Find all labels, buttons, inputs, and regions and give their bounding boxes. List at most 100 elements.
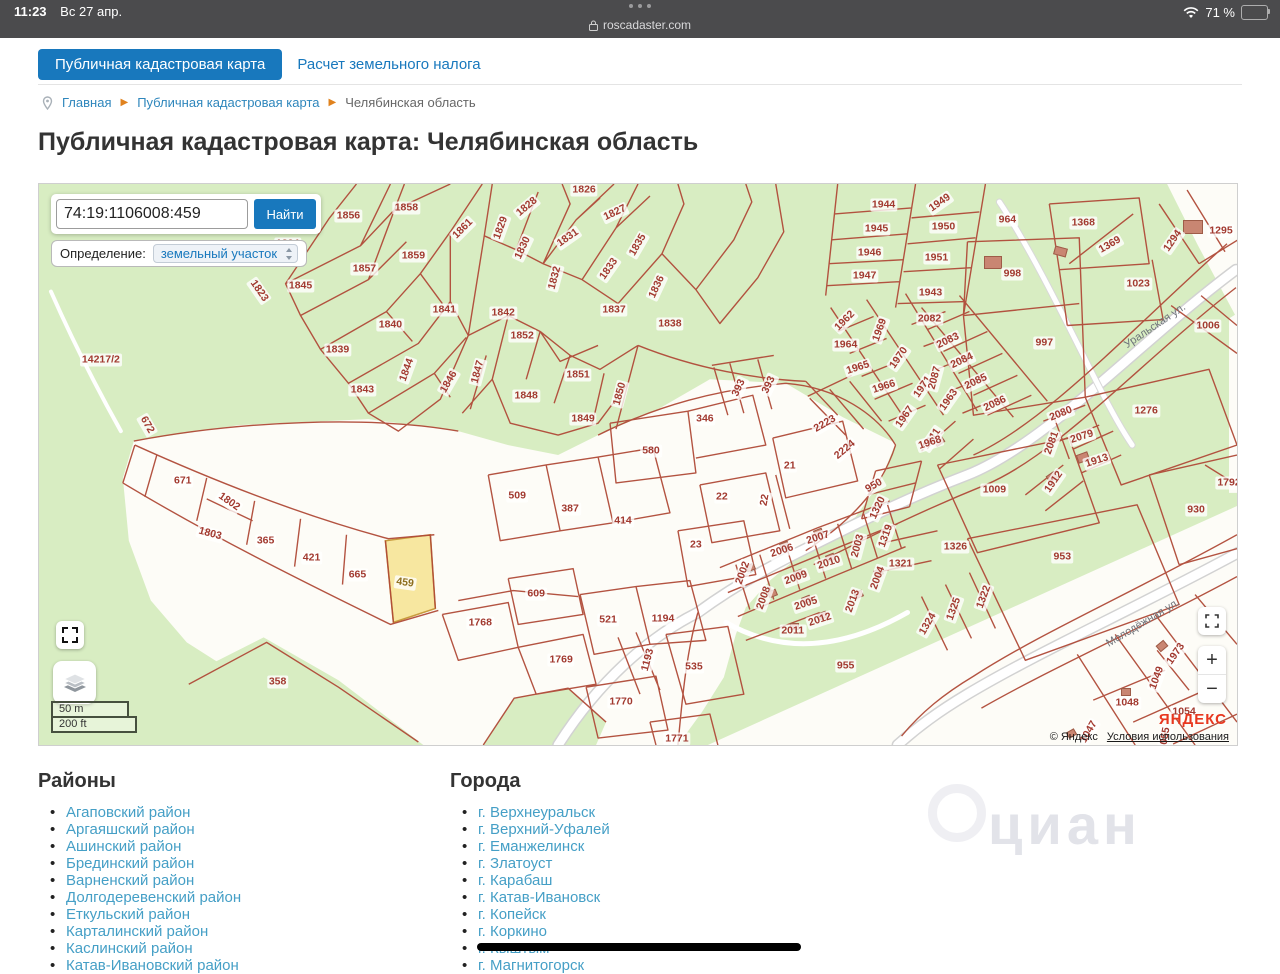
parcel-label[interactable]: 1369: [1095, 232, 1125, 257]
parcel-label[interactable]: 1969: [869, 315, 891, 345]
parcel-label[interactable]: 930: [1185, 503, 1207, 516]
parcel-label[interactable]: 2010: [814, 552, 844, 573]
parcel-label[interactable]: 1830: [512, 233, 535, 263]
address-bar[interactable]: roscadaster.com: [589, 18, 691, 32]
parcel-label[interactable]: 22: [757, 491, 773, 509]
parcel-label[interactable]: 1973: [1163, 639, 1189, 669]
yandex-logo[interactable]: ЯНДЕКС: [1159, 711, 1227, 728]
parcel-label[interactable]: 1326: [942, 540, 969, 553]
parcel-label[interactable]: 2012: [805, 610, 835, 631]
parcel-label[interactable]: 1966: [869, 377, 899, 398]
parcel-label[interactable]: 1964: [832, 339, 859, 352]
parcel-label[interactable]: 1850: [610, 379, 630, 409]
parcel-label[interactable]: 1945: [863, 222, 890, 235]
region-link[interactable]: г. Еманжелинск: [478, 838, 584, 855]
region-link[interactable]: г. Златоуст: [478, 855, 552, 872]
parcel-label[interactable]: 2086: [980, 393, 1010, 416]
region-link[interactable]: г. Карабаш: [478, 872, 552, 889]
home-indicator[interactable]: [477, 943, 801, 951]
parcel-label[interactable]: 2013: [842, 585, 864, 615]
parcel-label[interactable]: 1368: [1070, 216, 1097, 229]
parcel-label[interactable]: 1861: [449, 215, 478, 244]
search-button[interactable]: Найти: [254, 199, 316, 229]
parcel-label[interactable]: 2008: [753, 582, 775, 612]
parcel-label[interactable]: 1835: [626, 230, 651, 260]
parcel-label[interactable]: 1049: [1146, 663, 1168, 693]
region-link[interactable]: Брединский район: [66, 855, 194, 872]
parcel-label[interactable]: 1842: [490, 306, 517, 319]
tab-public-cadastral-map[interactable]: Публичная кадастровая карта: [38, 49, 282, 80]
parcel-label[interactable]: 1771: [663, 733, 690, 746]
parcel-label[interactable]: 1849: [569, 413, 596, 426]
parcel-label[interactable]: 2007: [803, 527, 833, 548]
parcel-label[interactable]: 421: [301, 551, 323, 564]
parcel-label[interactable]: 1970: [885, 343, 911, 373]
parcel-label[interactable]: 393: [758, 373, 779, 398]
region-link[interactable]: Долгодеревенский район: [66, 889, 241, 906]
fullscreen-button[interactable]: [1198, 607, 1226, 635]
parcel-label[interactable]: 521: [597, 614, 619, 627]
parcel-label[interactable]: 1006: [1194, 320, 1221, 333]
parcel-label[interactable]: 1839: [324, 344, 351, 357]
parcel-label[interactable]: 2004: [867, 563, 889, 593]
parcel-label[interactable]: 1837: [600, 303, 627, 316]
parcel-label[interactable]: 1828: [513, 193, 542, 221]
parcel-label[interactable]: 1048: [1113, 697, 1140, 710]
parcel-label[interactable]: 1792: [1215, 476, 1238, 489]
parcel-label[interactable]: 2006: [767, 540, 797, 561]
region-link[interactable]: г. Магнитогорск: [478, 957, 584, 974]
parcel-label[interactable]: 1770: [607, 696, 634, 709]
parcel-label[interactable]: 2009: [781, 567, 811, 589]
parcel-label[interactable]: 1843: [349, 384, 376, 397]
parcel-label[interactable]: 358: [267, 676, 289, 689]
parcel-label[interactable]: 1963: [936, 385, 962, 415]
parcel-label[interactable]: 1294: [1160, 226, 1186, 256]
cadastral-map[interactable]: Уральская ул.Молодёжная ул. 183418231845…: [38, 183, 1238, 746]
parcel-label[interactable]: 1858: [393, 201, 420, 214]
parcel-label[interactable]: 1967: [891, 402, 917, 432]
parcel-label[interactable]: 609: [525, 587, 547, 600]
region-link[interactable]: г. Верхний-Уфалей: [478, 821, 610, 838]
parcel-label[interactable]: 1321: [887, 557, 914, 570]
region-link[interactable]: г. Копейск: [478, 906, 546, 923]
parcel-label[interactable]: 1857: [351, 262, 378, 275]
region-link[interactable]: Карталинский район: [66, 923, 208, 940]
parcel-label[interactable]: 1856: [335, 209, 362, 222]
parcel-label[interactable]: 1295: [1207, 224, 1234, 237]
parcel-label[interactable]: 1845: [287, 279, 314, 292]
parcel-label[interactable]: 1847: [468, 357, 488, 387]
parcel-label[interactable]: 2087: [925, 363, 945, 393]
parcel-label[interactable]: 1943: [917, 286, 944, 299]
zoom-in-button[interactable]: +: [1198, 646, 1226, 675]
parcel-label[interactable]: 1826: [570, 183, 597, 196]
parcel-label[interactable]: 1912: [1041, 467, 1067, 497]
parcel-label[interactable]: 1846: [437, 367, 462, 397]
parcel-label[interactable]: 509: [506, 489, 528, 502]
parcel-label[interactable]: 955: [835, 660, 857, 673]
parcel-label[interactable]: 1823: [245, 276, 271, 306]
parcel-label[interactable]: 1768: [467, 617, 494, 630]
parcel-label[interactable]: 1965: [843, 358, 873, 379]
parcel-label[interactable]: 1833: [596, 254, 622, 284]
region-link[interactable]: Ашинский район: [66, 838, 181, 855]
parcel-label[interactable]: 1848: [512, 390, 539, 403]
parcel-label[interactable]: 1838: [656, 318, 683, 331]
parcel-label[interactable]: 1859: [400, 249, 427, 262]
parcel-label[interactable]: 953: [1052, 550, 1074, 563]
region-link[interactable]: Каслинский район: [66, 940, 193, 957]
zoom-out-button[interactable]: −: [1198, 675, 1226, 703]
parcel-label[interactable]: 1944: [870, 198, 897, 211]
definition-select[interactable]: земельный участок: [153, 244, 298, 263]
parcel-label[interactable]: 1320: [866, 493, 889, 523]
parcel-label[interactable]: 1193: [638, 646, 657, 675]
parcel-label[interactable]: 22: [714, 490, 730, 503]
parcel-label[interactable]: 1319: [875, 521, 897, 551]
tab-land-tax-calc[interactable]: Расчет земельного налога: [297, 56, 480, 73]
parcel-label[interactable]: 2082: [916, 312, 943, 325]
parcel-label[interactable]: 1194: [650, 613, 677, 626]
parcel-label[interactable]: 2223: [810, 412, 840, 437]
parcel-label[interactable]: 2224: [830, 436, 859, 464]
selected-parcel-label[interactable]: 459: [394, 575, 417, 591]
parcel-label[interactable]: 1009: [981, 483, 1008, 496]
parcel-label[interactable]: 998: [1002, 267, 1024, 280]
